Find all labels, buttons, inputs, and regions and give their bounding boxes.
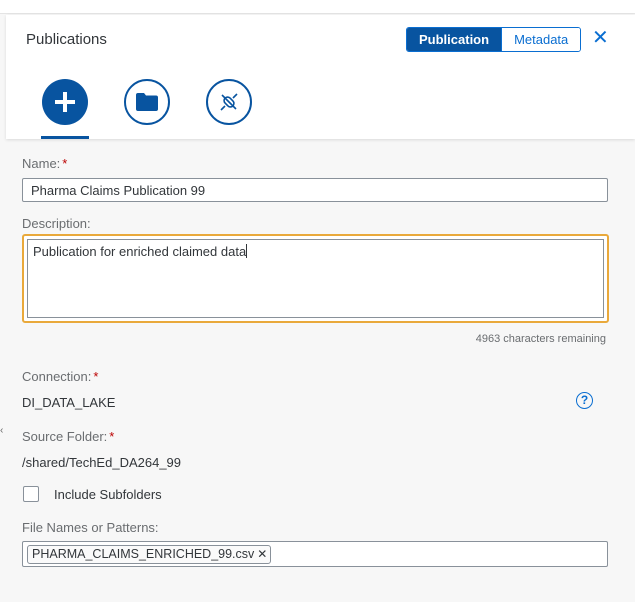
characters-remaining: 4963 characters remaining <box>475 333 606 345</box>
active-tab-indicator <box>41 136 89 139</box>
name-label: Name: * <box>22 156 68 171</box>
help-icon[interactable]: ? <box>576 392 593 409</box>
file-patterns-label: File Names or Patterns: <box>22 520 159 535</box>
connection-label: Connection: * <box>22 369 99 384</box>
description-text-area-inner[interactable]: Publication for enriched claimed data <box>27 239 604 318</box>
segment-metadata[interactable]: Metadata <box>501 28 581 51</box>
add-button[interactable] <box>42 79 88 125</box>
edge-marker: ‹ <box>0 425 4 436</box>
segment-publication[interactable]: Publication <box>407 28 502 51</box>
view-segmented-button: Publication Metadata <box>406 27 582 52</box>
folder-icon <box>136 93 158 111</box>
close-icon[interactable]: ✕ <box>592 28 609 48</box>
required-marker: * <box>109 429 115 444</box>
page-title: Publications <box>26 31 107 48</box>
disconnect-button[interactable] <box>206 79 252 125</box>
browse-folder-button[interactable] <box>124 79 170 125</box>
file-patterns-input[interactable]: PHARMA_CLAIMS_ENRICHED_99.csv ✕ <box>22 541 608 567</box>
required-marker: * <box>62 156 68 171</box>
required-marker: * <box>93 369 99 384</box>
text-caret <box>246 244 248 258</box>
description-text: Publication for enriched claimed data <box>33 244 247 259</box>
remove-token-icon[interactable]: ✕ <box>257 546 267 563</box>
name-input[interactable]: Pharma Claims Publication 99 <box>22 178 608 202</box>
top-strip <box>0 0 635 14</box>
source-folder-value: /shared/TechEd_DA264_99 <box>22 455 182 470</box>
file-token: PHARMA_CLAIMS_ENRICHED_99.csv ✕ <box>27 545 272 564</box>
file-token-label: PHARMA_CLAIMS_ENRICHED_99.csv <box>32 547 255 561</box>
disconnected-icon <box>220 93 238 111</box>
connection-value: DI_DATA_LAKE <box>22 395 116 410</box>
description-textarea[interactable]: Publication for enriched claimed data <box>22 234 609 323</box>
header-panel: Publications Publication Metadata ✕ <box>6 15 635 139</box>
include-subfolders-label[interactable]: Include Subfolders <box>54 487 162 502</box>
source-folder-label: Source Folder: * <box>22 429 115 444</box>
include-subfolders-checkbox[interactable] <box>23 486 39 502</box>
add-icon <box>55 92 75 112</box>
description-label: Description: <box>22 216 91 231</box>
